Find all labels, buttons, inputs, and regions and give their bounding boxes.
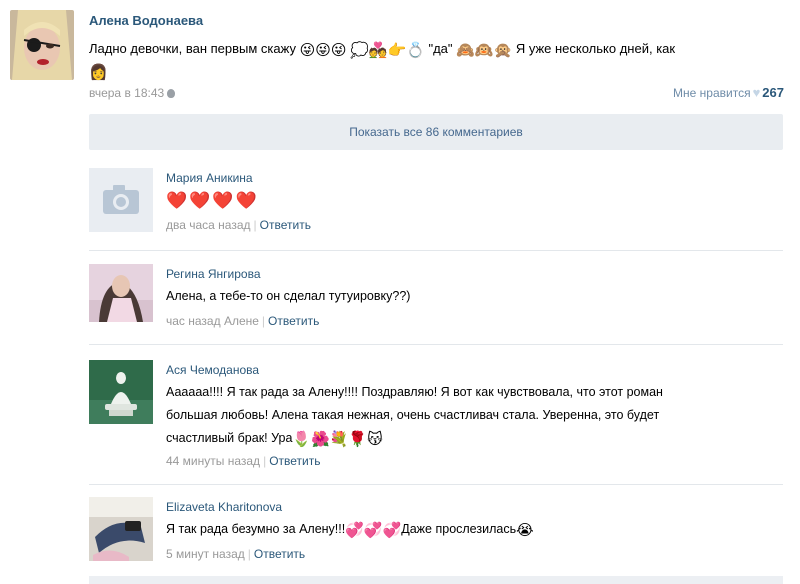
comment-time[interactable]: 44 минуты назад [166, 454, 260, 468]
heart-icon: ♥ [752, 85, 761, 100]
comment-item: Мария Аникина ❤️❤️❤️❤️ два часа назад | От… [89, 168, 783, 238]
crying-face-icon: 😭 [516, 522, 534, 539]
divider [89, 484, 783, 485]
comment-text-line1: Аааааа!!!! Я так рада за Алену!!!! Поздр… [166, 385, 663, 399]
post: Алена Водонаева Ладно девочки, ван первы… [10, 8, 790, 108]
thought-balloon-icon: 💭💑👉💍 [350, 42, 425, 59]
apple-icon [167, 89, 176, 98]
post-text-rest: Я уже несколько дней, как [515, 41, 676, 56]
comment-meta: 5 минут назад | Ответить [166, 547, 306, 561]
comment-author[interactable]: Мария Аникина [166, 171, 253, 185]
comment-text: Я так рада безумно за Алену!!!💞💞💞Даже пр… [166, 518, 776, 541]
reply-link[interactable]: Ответить [254, 547, 305, 561]
comment-text-part1: Я так рада безумно за Алену!!! [166, 522, 346, 536]
post-text-line1: Ладно девочки, ван первым скажу [89, 41, 296, 56]
comment-author[interactable]: Elizaveta Kharitonova [166, 500, 282, 514]
comment-author[interactable]: Ася Чемоданова [166, 363, 259, 377]
post-text: Ладно девочки, ван первым скажу 😜😜😜 💭💑👉💍… [89, 38, 789, 82]
camera-icon [89, 168, 153, 232]
show-all-comments-button[interactable]: Показать все 86 комментариев [89, 114, 783, 150]
post-author-name[interactable]: Алена Водонаева [89, 13, 203, 28]
comment-text-part2: Даже прослезилась [401, 522, 517, 536]
like-count: 267 [762, 85, 784, 100]
comment-input-bar[interactable] [89, 576, 783, 584]
comment-item: Регина Янгирова Алена, а тебе-то он сдел… [89, 264, 783, 334]
reply-link[interactable]: Ответить [260, 218, 311, 232]
like-label: Мне нравится [673, 86, 751, 100]
flower-icon: 🌷🌺💐🌹😽 [292, 431, 383, 448]
comment-item: Ася Чемоданова Аааааа!!!! Я так рада за … [89, 360, 783, 475]
divider [89, 250, 783, 251]
comment-text: Аааааа!!!! Я так рада за Алену!!!! Поздр… [166, 381, 776, 450]
post-timestamp[interactable]: вчера в 18:43 [89, 86, 176, 100]
comment-avatar[interactable] [89, 497, 153, 561]
comment-item: Elizaveta Kharitonova Я так рада безумно… [89, 497, 783, 567]
comment-meta: два часа назад | Ответить [166, 218, 311, 232]
post-time: вчера в 18:43 [89, 86, 165, 100]
red-heart-icon: ❤️❤️❤️❤️ [166, 191, 259, 210]
comment-author[interactable]: Регина Янгирова [166, 267, 261, 281]
comment-time[interactable]: 5 минут назад [166, 547, 245, 561]
post-text-quote: "да" [428, 41, 453, 56]
sparkling-heart-icon: 💞💞💞 [345, 522, 402, 539]
reply-link[interactable]: Ответить [268, 314, 319, 328]
comment-meta: 44 минуты назад | Ответить [166, 454, 321, 468]
divider [89, 344, 783, 345]
woman-face-icon: 👩 [89, 64, 108, 81]
comment-avatar[interactable] [89, 264, 153, 328]
comment-time[interactable]: два часа назад [166, 218, 251, 232]
comment-text-line2: большая любовь! Алена такая нежная, очен… [166, 408, 660, 422]
reply-link[interactable]: Ответить [269, 454, 320, 468]
grinning-face-icon: 😜😜😜 [299, 42, 347, 59]
like-button[interactable]: Мне нравится ♥ 267 [673, 85, 784, 100]
comment-avatar[interactable] [89, 360, 153, 424]
comment-meta: час назад Алене | Ответить [166, 314, 320, 328]
post-author-avatar[interactable] [10, 10, 74, 80]
monkey-icon: 🙈🙉🙊 [456, 42, 513, 59]
comment-text: ❤️❤️❤️❤️ [166, 189, 776, 212]
comment-text: Алена, а тебе-то он сделал тутуировку??) [166, 289, 411, 303]
comment-text-line3: счастливый брак! Ура [166, 431, 293, 445]
comment-time[interactable]: час назад Алене [166, 314, 259, 328]
comment-avatar[interactable] [89, 168, 153, 232]
